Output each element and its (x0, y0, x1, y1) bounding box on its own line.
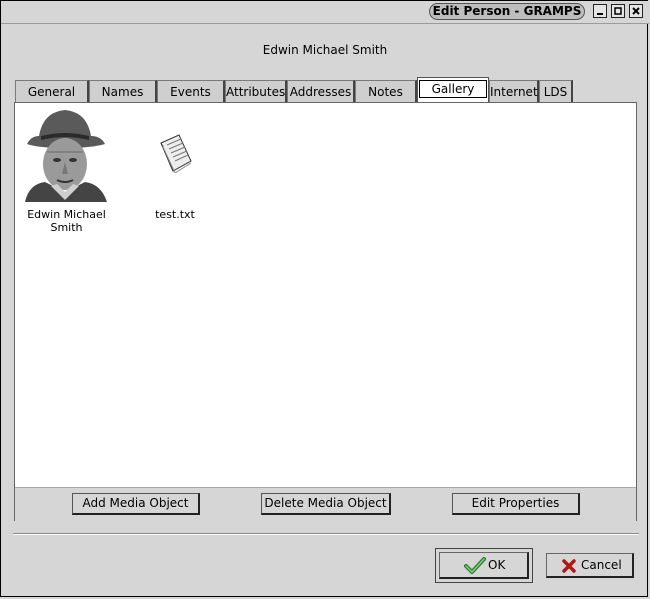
tab-attributes[interactable]: Attributes (225, 80, 287, 102)
text-document-icon (160, 134, 192, 173)
gallery-button-bar: Add Media Object Delete Media Object Edi… (15, 487, 636, 521)
ok-check-icon (464, 557, 486, 574)
tab-lds[interactable]: LDS (539, 80, 573, 102)
ok-button-label: OK (488, 558, 506, 572)
tab-general[interactable]: General (15, 80, 89, 102)
minimize-icon (597, 13, 603, 15)
tab-events[interactable]: Events (157, 80, 225, 102)
title-bar[interactable]: Edit Person - GRAMPS (1, 1, 649, 24)
tab-notes[interactable]: Notes (355, 80, 417, 102)
tab-addresses[interactable]: Addresses (287, 80, 355, 102)
maximize-icon (614, 7, 622, 15)
add-media-object-button[interactable]: Add Media Object (72, 493, 200, 515)
cancel-x-icon (562, 559, 576, 573)
window-title: Edit Person - GRAMPS (429, 3, 585, 20)
tab-names[interactable]: Names (89, 80, 157, 102)
maximize-button[interactable] (611, 4, 625, 18)
close-icon (632, 7, 640, 15)
cancel-button[interactable]: Cancel (546, 553, 634, 578)
delete-media-object-button[interactable]: Delete Media Object (261, 493, 391, 515)
person-name-heading: Edwin Michael Smith (262, 43, 388, 57)
edit-properties-button[interactable]: Edit Properties (452, 493, 580, 515)
portrait-photo-icon (21, 106, 109, 202)
gallery-panel: Edwin Michael Smith test.txt (14, 102, 637, 521)
separator (13, 533, 639, 535)
minimize-button[interactable] (593, 4, 607, 18)
tab-gallery[interactable]: Gallery (417, 77, 489, 102)
gallery-item-caption: Edwin Michael Smith (27, 208, 106, 234)
edit-person-window: Edit Person - GRAMPS Edwin Michael Smith… (0, 0, 649, 597)
ok-button-frame: OK (435, 548, 533, 583)
close-button[interactable] (629, 4, 643, 18)
gallery-item-caption: test.txt (155, 208, 195, 221)
cancel-button-label: Cancel (581, 558, 622, 572)
ok-button[interactable]: OK (439, 552, 529, 579)
tab-internet[interactable]: Internet (489, 80, 539, 102)
